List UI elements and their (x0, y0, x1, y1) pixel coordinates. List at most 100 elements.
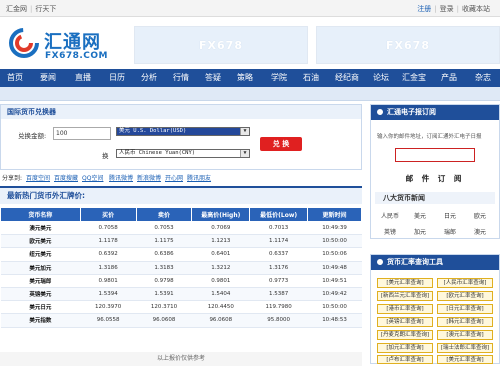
rate-tool-link[interactable]: [卢布汇率查询] (377, 355, 433, 364)
newsletter-hint: 输入你的邮件地址，订阅汇通外汇电子日报 (377, 134, 482, 140)
bid-cell: 0.6392 (80, 247, 137, 262)
currency-pair[interactable]: 澳元美元 (0, 221, 81, 236)
nav-item-academy[interactable]: 学院 (264, 69, 294, 87)
rate-tool-link[interactable]: [新西兰元汇率查询] (377, 291, 433, 301)
rate-tool-link[interactable]: [港币汇率查询] (377, 304, 433, 314)
newsletter-header: 汇通电子报订阅 (371, 105, 499, 120)
newsletter-title: 汇通电子报订阅 (387, 108, 436, 116)
low-cell: 0.7013 (249, 221, 308, 236)
currency-pair[interactable]: 英镑美元 (0, 287, 81, 302)
nav-item-products[interactable]: 产品 (434, 69, 464, 87)
currency-news-link[interactable]: 英镑 (375, 227, 405, 236)
nav-item-oil[interactable]: 石油 (296, 69, 326, 87)
table-row[interactable]: 澳元美元 0.7058 0.7053 0.7069 0.7013 10:49:39 (0, 221, 362, 236)
subscribe-button[interactable]: 邮 件 订 阅 (371, 173, 499, 184)
currency-news-link[interactable]: 日元 (435, 211, 465, 220)
low-cell: 0.6337 (249, 247, 308, 262)
table-row[interactable]: 美元瑞郎 0.9801 0.9798 0.9801 0.9773 10:49:51 (0, 274, 362, 288)
currency-news-link[interactable]: 人民币 (375, 211, 405, 220)
nav-item-news[interactable]: 要闻 (33, 69, 63, 87)
table-row[interactable]: 英镑美元 1.5394 1.5391 1.5404 1.5387 10:49:42 (0, 287, 362, 302)
low-cell: 0.9773 (249, 274, 308, 288)
share-link[interactable]: 腾讯朋友 (187, 173, 211, 182)
currency-pair[interactable]: 美元指数 (0, 313, 81, 328)
nav-item-forum[interactable]: 论坛 (366, 69, 396, 87)
currency-pair[interactable]: 纽元美元 (0, 247, 81, 262)
rate-tool-link[interactable]: [澳元汇率查询] (437, 330, 493, 340)
register-link[interactable]: 注册 (417, 5, 431, 13)
currency-pair[interactable]: 美元加元 (0, 261, 81, 275)
table-row[interactable]: 欧元美元 1.1178 1.1175 1.1213 1.1174 10:50:00 (0, 234, 362, 249)
column-header: 更新时间 (307, 207, 362, 222)
rate-tool-link[interactable]: [美元汇率查询] (437, 355, 493, 364)
login-link[interactable]: 登录 (440, 5, 454, 13)
share-link[interactable]: 百度空间 (26, 173, 50, 182)
high-cell: 96.0608 (191, 313, 250, 328)
low-cell: 119.7980 (249, 300, 308, 315)
site-logo[interactable]: 汇通网 FX678.COM (8, 25, 126, 65)
ask-cell: 96.0608 (136, 313, 192, 328)
high-cell: 0.7069 (191, 221, 250, 236)
nav-item-qa[interactable]: 答疑 (198, 69, 228, 87)
share-link[interactable]: QQ空间 (82, 173, 103, 182)
divider: | (456, 5, 459, 13)
amount-input[interactable]: 100 (53, 127, 111, 140)
rate-tool-link[interactable]: [英镑汇率查询] (377, 317, 433, 327)
rate-tool-link[interactable]: [瑞士法郎汇率查询] (437, 343, 493, 353)
currency-pair[interactable]: 美元日元 (0, 300, 81, 315)
currency-pair[interactable]: 美元瑞郎 (0, 274, 81, 288)
share-links: 分享到: 百度空间 百度搜藏 QQ空间 腾讯微博 新浪微博 开心网 腾讯朋友 (0, 172, 362, 182)
bid-cell: 0.7058 (80, 221, 137, 236)
nav-item-brokers[interactable]: 经纪商 (329, 69, 365, 87)
header-ad-banner[interactable]: FX678 (316, 26, 500, 64)
header-ad-banner[interactable]: FX678 (134, 26, 308, 64)
huijin-link[interactable]: 汇金网 (6, 5, 27, 13)
nav-item-live[interactable]: 直播 (68, 69, 98, 87)
rate-tool-link[interactable]: [丹麦克朗汇率查询] (377, 330, 433, 340)
bid-cell: 96.0558 (80, 313, 137, 328)
nav-item-quotes[interactable]: 行情 (166, 69, 196, 87)
nav-item-analysis[interactable]: 分析 (134, 69, 164, 87)
share-link[interactable]: 百度搜藏 (54, 173, 78, 182)
rate-tool-link[interactable]: [美元汇率查询] (377, 278, 433, 288)
nav-item-strategy[interactable]: 策略 (230, 69, 260, 87)
table-row[interactable]: 美元加元 1.3186 1.3183 1.3212 1.3176 10:49:48 (0, 261, 362, 275)
to-currency-value: 人民币 Chinese Yuan(CNY) (119, 150, 196, 156)
rate-tool-link[interactable]: [人民币汇率查询] (437, 278, 493, 288)
currency-news-link[interactable]: 加元 (405, 227, 435, 236)
currency-news-title: 八大货币新闻 (375, 192, 495, 204)
currency-news-link[interactable]: 澳元 (465, 227, 495, 236)
column-header: 最低价(Low) (249, 207, 309, 222)
rates-table: 货币名称 买价 卖价 最高价(High) 最低价(Low) 更新时间 澳元美元 0… (0, 207, 362, 328)
share-link[interactable]: 新浪微博 (137, 173, 161, 182)
share-link[interactable]: 腾讯微博 (109, 173, 133, 182)
bid-cell: 120.3970 (80, 300, 137, 315)
table-row[interactable]: 美元指数 96.0558 96.0608 96.0608 95.8000 10:48:53 (0, 313, 362, 328)
table-row[interactable]: 美元日元 120.3970 120.3710 120.4450 119.7980 10:5… (0, 300, 362, 315)
ask-cell: 1.3183 (136, 261, 192, 275)
from-currency-select[interactable]: 美元 U.S. Dollar(USD) ▼ (116, 127, 250, 136)
nav-item-magazine[interactable]: 杂志 (468, 69, 498, 87)
share-link[interactable]: 开心网 (165, 173, 183, 182)
to-currency-select[interactable]: 人民币 Chinese Yuan(CNY) ▼ (116, 149, 250, 158)
convert-button[interactable]: 兑 换 (260, 137, 302, 151)
nav-item-home[interactable]: 首页 (0, 69, 30, 87)
bookmark-link[interactable]: 收藏本站 (462, 5, 490, 13)
main-nav: 首页 要闻 直播 日历 分析 行情 答疑 策略 学院 石油 经纪商 论坛 汇金宝… (0, 69, 500, 87)
email-field[interactable] (395, 148, 475, 162)
currency-news-link[interactable]: 美元 (405, 211, 435, 220)
ask-cell: 120.3710 (136, 300, 192, 315)
rate-tool-link[interactable]: [韩元汇率查询] (437, 317, 493, 327)
ask-cell: 1.1175 (136, 234, 192, 249)
nav-item-calendar[interactable]: 日历 (102, 69, 132, 87)
table-row[interactable]: 纽元美元 0.6392 0.6386 0.6401 0.6337 10:50:06 (0, 247, 362, 262)
time-cell: 10:50:00 (307, 234, 362, 249)
xingtianxia-link[interactable]: 行天下 (35, 5, 56, 13)
rate-tool-link[interactable]: [加元汇率查询] (377, 343, 433, 353)
currency-news-link[interactable]: 瑞郎 (435, 227, 465, 236)
currency-pair[interactable]: 欧元美元 (0, 234, 81, 249)
rate-tool-link[interactable]: [欧元汇率查询] (437, 291, 493, 301)
currency-news-link[interactable]: 欧元 (465, 211, 495, 220)
nav-item-huijinbao[interactable]: 汇金宝 (396, 69, 432, 87)
rate-tool-link[interactable]: [日元汇率查询] (437, 304, 493, 314)
